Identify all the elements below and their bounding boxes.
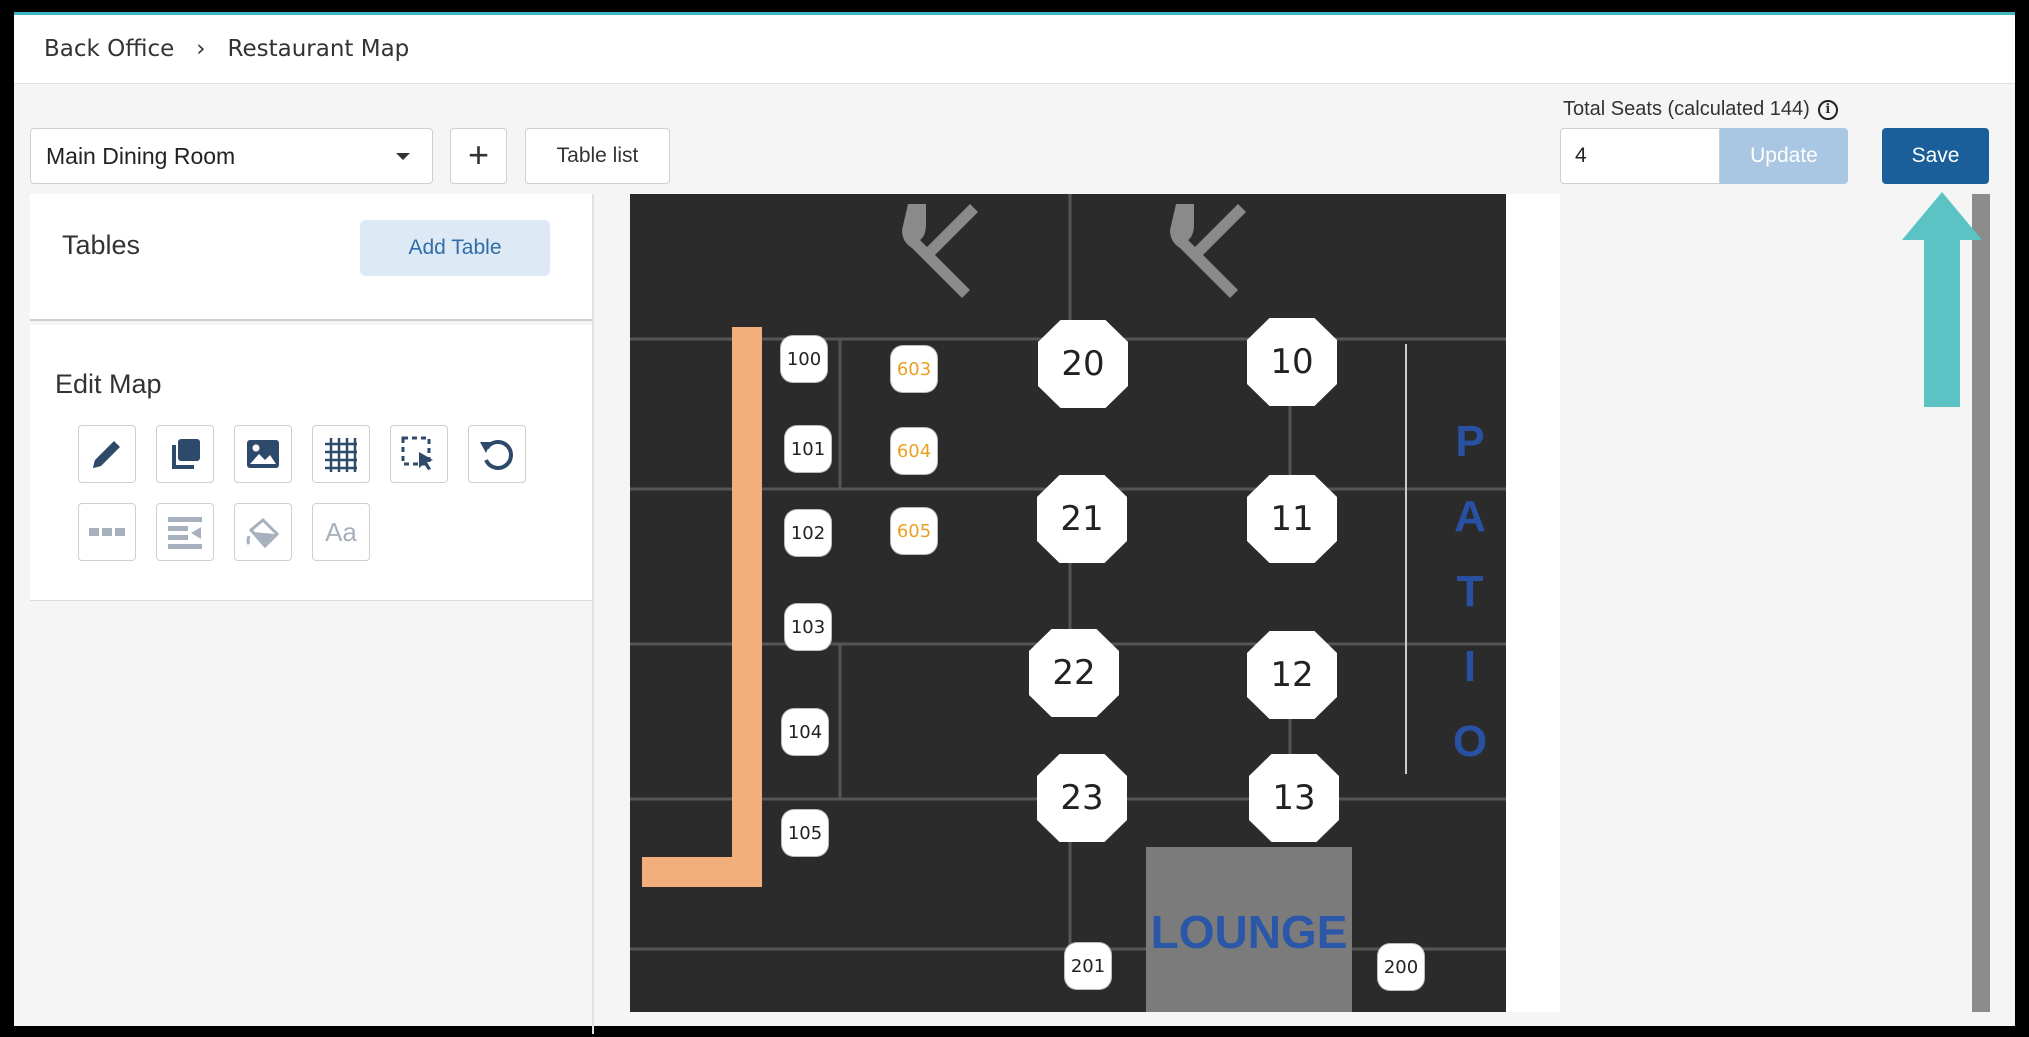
breadcrumb: Back Office › Restaurant Map bbox=[14, 15, 2015, 84]
arrow-up-icon bbox=[1902, 192, 1982, 407]
add-table-button[interactable]: Add Table bbox=[360, 220, 550, 276]
patio-letter: I bbox=[1463, 642, 1477, 691]
copy-icon bbox=[172, 439, 200, 469]
edit-map-card: Edit Map Aa bbox=[30, 325, 592, 601]
text-icon: Aa bbox=[325, 516, 357, 547]
total-seats-text: Total Seats (calculated 144) bbox=[1563, 98, 1810, 120]
add-room-button[interactable]: + bbox=[450, 128, 507, 184]
panel-divider bbox=[592, 194, 594, 1034]
paint-tool[interactable] bbox=[234, 503, 292, 561]
breadcrumb-current: Restaurant Map bbox=[227, 36, 410, 62]
table-10[interactable]: 10 bbox=[1247, 318, 1337, 406]
copy-tool[interactable] bbox=[156, 425, 214, 483]
text-tool[interactable]: Aa bbox=[312, 503, 370, 561]
pencil-icon bbox=[93, 441, 120, 468]
table-104[interactable]: 104 bbox=[782, 709, 828, 755]
undo-tool[interactable] bbox=[468, 425, 526, 483]
image-tool[interactable] bbox=[234, 425, 292, 483]
table-20[interactable]: 20 bbox=[1038, 320, 1128, 408]
table-101[interactable]: 101 bbox=[785, 426, 831, 472]
table-21[interactable]: 21 bbox=[1037, 475, 1127, 563]
total-seats-label: Total Seats (calculated 144) i bbox=[1563, 98, 1838, 121]
lounge-area[interactable]: LOUNGE bbox=[1146, 847, 1352, 1012]
table-105[interactable]: 105 bbox=[782, 810, 828, 856]
table-23[interactable]: 23 bbox=[1037, 754, 1127, 842]
breadcrumb-back-office[interactable]: Back Office bbox=[44, 36, 174, 62]
table-603[interactable]: 603 bbox=[891, 346, 937, 392]
table-list-button[interactable]: Table list bbox=[525, 128, 670, 184]
caret-down-icon bbox=[396, 153, 410, 160]
chevron-right-icon: › bbox=[196, 36, 206, 62]
table-200[interactable]: 200 bbox=[1378, 944, 1424, 990]
edit-map-title: Edit Map bbox=[55, 369, 162, 399]
table-103[interactable]: 103 bbox=[785, 604, 831, 650]
table-201[interactable]: 201 bbox=[1065, 943, 1111, 989]
table-604[interactable]: 604 bbox=[891, 428, 937, 474]
table-13[interactable]: 13 bbox=[1249, 754, 1339, 842]
undo-icon bbox=[480, 440, 513, 470]
update-button[interactable]: Update bbox=[1720, 128, 1848, 184]
table-22[interactable]: 22 bbox=[1029, 629, 1119, 717]
seats-input[interactable]: 4 bbox=[1560, 128, 1720, 184]
table-11[interactable]: 11 bbox=[1247, 475, 1337, 563]
save-button[interactable]: Save bbox=[1882, 128, 1989, 184]
table-100[interactable]: 100 bbox=[781, 336, 827, 382]
grid-tool[interactable] bbox=[312, 425, 370, 483]
align-tool[interactable] bbox=[156, 503, 214, 561]
paint-bucket-icon bbox=[246, 517, 280, 549]
align-icon bbox=[168, 517, 202, 549]
info-icon[interactable]: i bbox=[1817, 99, 1838, 120]
patio-letter: O bbox=[1452, 717, 1488, 766]
patio-letter: P bbox=[1455, 417, 1485, 466]
table-605[interactable]: 605 bbox=[891, 508, 937, 554]
room-select-value: Main Dining Room bbox=[46, 142, 236, 169]
grid-icon bbox=[325, 438, 357, 472]
room-select[interactable]: Main Dining Room bbox=[30, 128, 433, 184]
table-102[interactable]: 102 bbox=[785, 510, 831, 556]
map-margin bbox=[1506, 194, 1560, 1012]
patio-letter: A bbox=[1454, 492, 1486, 541]
map-canvas[interactable]: 20 10 21 11 22 12 23 13 100 101 102 103 … bbox=[630, 194, 1506, 1012]
patio-letter: T bbox=[1456, 567, 1484, 616]
dashed-line-icon bbox=[89, 528, 125, 536]
brick-background bbox=[630, 194, 1506, 1012]
tables-title: Tables bbox=[62, 230, 141, 260]
select-icon bbox=[401, 436, 433, 470]
patio-label: P A T I O bbox=[1450, 404, 1490, 779]
dashed-line-tool[interactable] bbox=[78, 503, 136, 561]
table-12[interactable]: 12 bbox=[1247, 631, 1337, 719]
tables-card: Tables Add Table bbox=[30, 194, 592, 321]
select-tool[interactable] bbox=[390, 425, 448, 483]
image-icon bbox=[247, 440, 279, 468]
left-panel: Tables Add Table Edit Map Aa bbox=[30, 194, 592, 1034]
pencil-tool[interactable] bbox=[78, 425, 136, 483]
